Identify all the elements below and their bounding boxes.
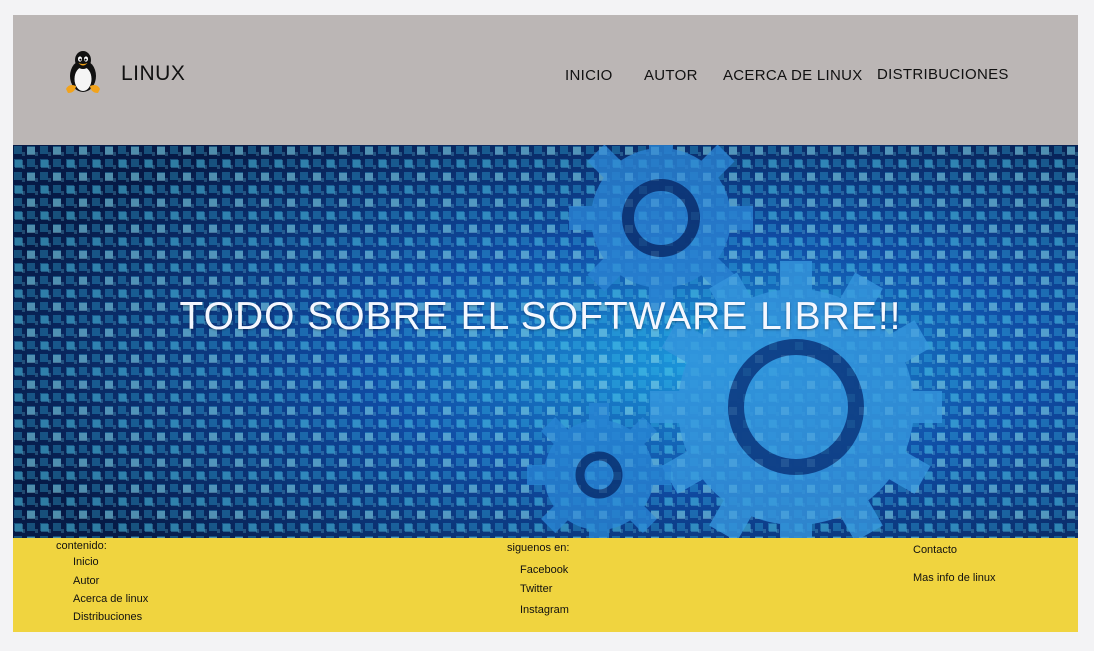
hero-banner: TODO SOBRE EL SOFTWARE LIBRE!! — [13, 145, 1078, 538]
footer-link-facebook[interactable]: Facebook — [520, 564, 568, 576]
brand-name[interactable]: LINUX — [121, 62, 185, 86]
site-footer: contenido: Inicio Autor Acerca de linux … — [13, 538, 1078, 632]
tux-penguin-icon[interactable] — [63, 49, 103, 95]
binary-gears-image — [13, 145, 1078, 538]
footer-link-autor[interactable]: Autor — [73, 575, 99, 587]
footer-link-instagram[interactable]: Instagram — [520, 604, 569, 616]
footer-link-mas-info[interactable]: Mas info de linux — [913, 572, 996, 584]
hero-title: TODO SOBRE EL SOFTWARE LIBRE!! — [179, 295, 902, 338]
footer-link-inicio[interactable]: Inicio — [73, 556, 99, 568]
footer-link-distribuciones[interactable]: Distribuciones — [73, 611, 142, 623]
footer-link-acerca-de-linux[interactable]: Acerca de linux — [73, 593, 148, 605]
contenido-heading: contenido: — [56, 540, 107, 552]
nav-acerca-de-linux[interactable]: ACERCA DE LINUX — [723, 67, 863, 84]
nav-inicio[interactable]: INICIO — [565, 67, 613, 84]
siguenos-heading: siguenos en: — [507, 542, 570, 554]
footer-link-contacto[interactable]: Contacto — [913, 544, 957, 556]
page-frame: LINUX INICIO AUTOR ACERCA DE LINUX DISTR… — [13, 15, 1078, 632]
nav-autor[interactable]: AUTOR — [644, 67, 698, 84]
site-header: LINUX INICIO AUTOR ACERCA DE LINUX DISTR… — [13, 15, 1078, 145]
nav-distribuciones[interactable]: DISTRIBUCIONES — [877, 66, 1009, 83]
footer-link-twitter[interactable]: Twitter — [520, 583, 552, 595]
